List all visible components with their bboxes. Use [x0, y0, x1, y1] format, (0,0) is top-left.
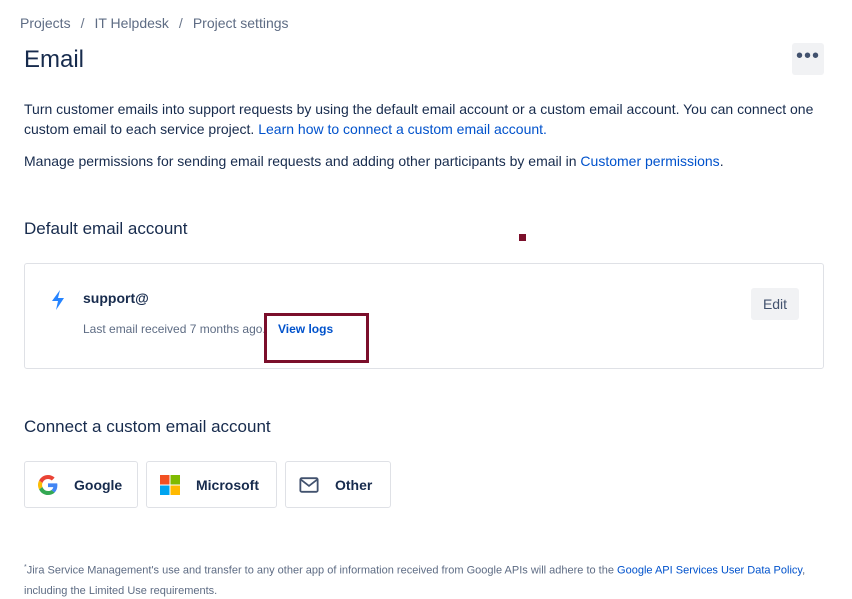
google-policy-footnote: *Jira Service Management's use and trans…: [24, 558, 814, 599]
breadcrumb-separator: /: [178, 15, 183, 31]
footnote-body: Jira Service Management's use and transf…: [26, 564, 618, 577]
google-provider-button[interactable]: Google: [24, 461, 138, 508]
microsoft-icon: [160, 474, 180, 495]
annotation-marker: [519, 234, 526, 241]
google-label: Google: [74, 476, 123, 493]
permissions-text: Manage permissions for sending email req…: [24, 151, 824, 171]
last-email-received: Last email received 7 months ago.: [83, 322, 266, 336]
page-title: Email: [24, 46, 85, 73]
default-email-address: support@: [83, 290, 149, 306]
mail-icon: [299, 475, 319, 495]
breadcrumb: Projects / IT Helpdesk / Project setting…: [20, 15, 289, 31]
more-icon: •••: [795, 45, 820, 67]
microsoft-provider-button[interactable]: Microsoft: [146, 461, 277, 508]
learn-connect-link[interactable]: Learn how to connect a custom email acco…: [258, 121, 547, 137]
default-account-heading: Default email account: [24, 219, 188, 238]
google-icon: [38, 474, 58, 495]
intro-text: Turn customer emails into support reques…: [24, 99, 824, 139]
more-actions-button[interactable]: •••: [792, 43, 824, 75]
google-api-policy-link[interactable]: Google API Services User Data Policy: [617, 565, 802, 577]
other-label: Other: [335, 476, 373, 493]
view-logs-link[interactable]: View logs: [278, 322, 333, 336]
lightning-bolt-icon: [52, 290, 64, 310]
breadcrumb-it-helpdesk[interactable]: IT Helpdesk: [94, 15, 168, 31]
breadcrumb-projects[interactable]: Projects: [20, 15, 71, 31]
other-provider-button[interactable]: Other: [285, 461, 391, 508]
edit-button[interactable]: Edit: [751, 288, 799, 320]
provider-list: Google Microsoft Other: [24, 461, 391, 508]
microsoft-label: Microsoft: [196, 476, 259, 493]
breadcrumb-project-settings[interactable]: Project settings: [193, 15, 289, 31]
default-email-card: support@ Last email received 7 months ag…: [24, 263, 824, 369]
custom-account-heading: Connect a custom email account: [24, 417, 271, 436]
breadcrumb-separator: /: [80, 15, 85, 31]
permissions-suffix: .: [719, 153, 724, 169]
customer-permissions-link[interactable]: Customer permissions: [580, 153, 719, 169]
permissions-body: Manage permissions for sending email req…: [24, 153, 581, 169]
